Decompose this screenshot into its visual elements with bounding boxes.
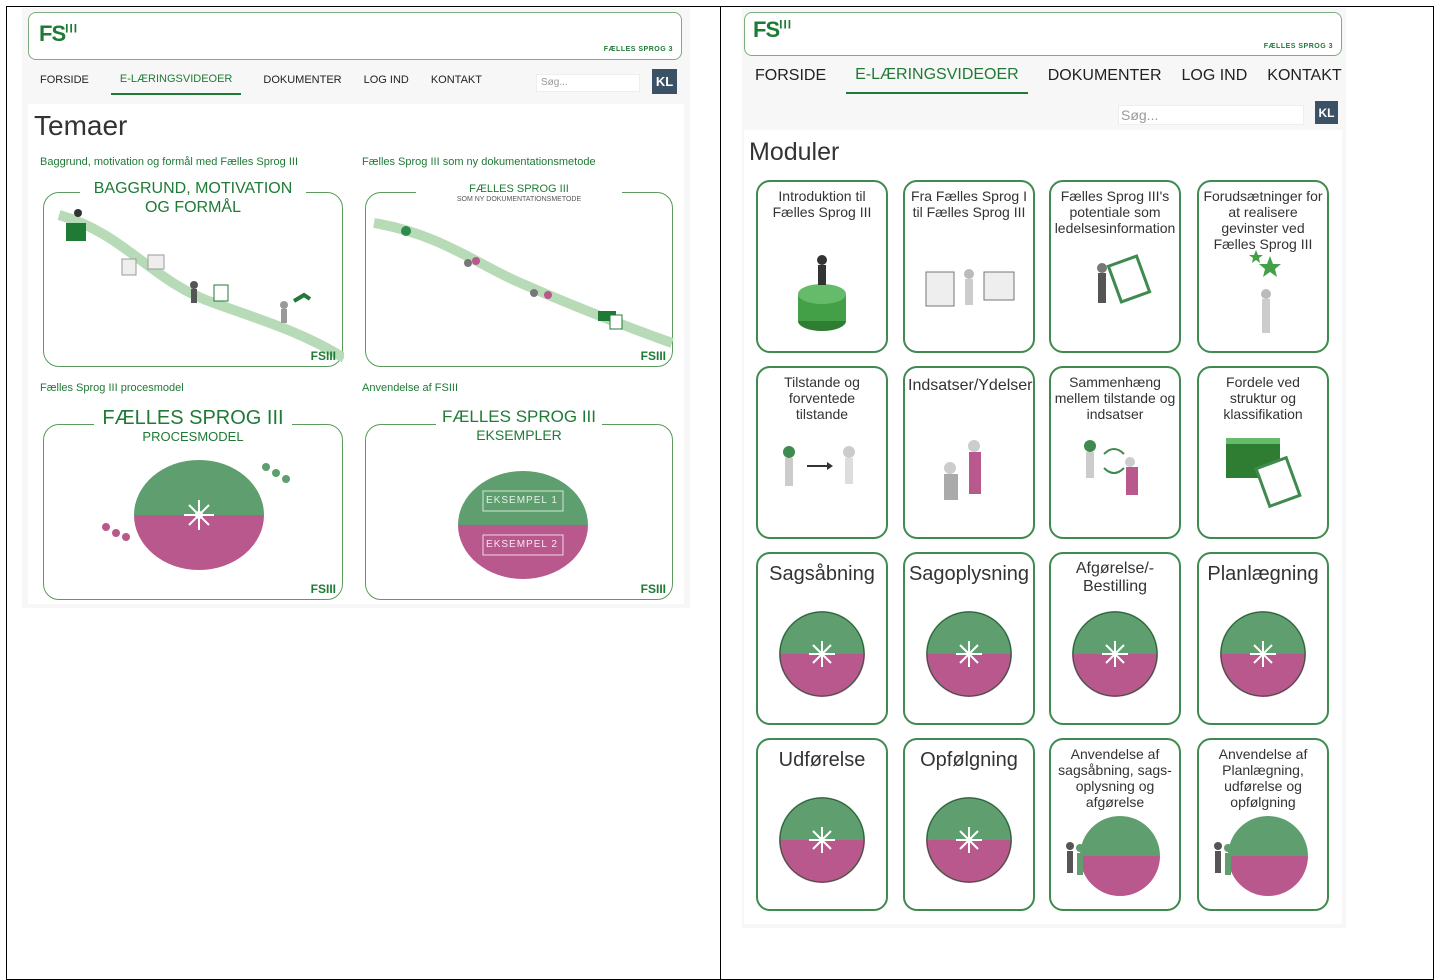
process-wheel-icon bbox=[926, 797, 1012, 883]
fs-logo[interactable]: FSIII bbox=[39, 21, 78, 47]
search-input[interactable]: Søg... bbox=[1118, 105, 1304, 125]
section-heading-3[interactable]: Fælles Sprog III procesmodel bbox=[40, 382, 184, 394]
care-figures-icon bbox=[944, 440, 981, 500]
arrow-figures-icon bbox=[783, 446, 855, 486]
wheel-figures-icon bbox=[1214, 816, 1308, 896]
fs-mark: FSIII bbox=[640, 349, 666, 363]
theme-video-thumb-4[interactable]: FÆLLES SPROG III EKSEMPLER EKSEMPEL 1 EK… bbox=[365, 407, 673, 600]
section-heading-1[interactable]: Baggrund, motivation og formål med Fælle… bbox=[40, 156, 298, 168]
module-card[interactable]: Indsatser/Ydelser bbox=[903, 366, 1035, 539]
fs-mark: FSIII bbox=[640, 582, 666, 596]
module-card[interactable]: Sagoplysning bbox=[903, 552, 1035, 725]
nav-item-forside[interactable]: FORSIDE bbox=[755, 67, 826, 93]
module-label: Opfølgning bbox=[920, 749, 1018, 771]
fs-logo[interactable]: FSIII bbox=[753, 17, 792, 43]
content-area: Temaer Baggrund, motivation og formål me… bbox=[28, 104, 684, 604]
module-label: Sammenhæng mellem tilstande og indsatser bbox=[1054, 374, 1176, 422]
fs-mark: FSIII bbox=[310, 349, 336, 363]
chart-figure-icon bbox=[798, 255, 846, 331]
process-wheel-icon bbox=[1072, 611, 1158, 697]
module-card[interactable]: Opfølgning bbox=[903, 738, 1035, 911]
module-card[interactable]: Planlægning bbox=[1197, 552, 1329, 725]
process-wheel-icon bbox=[779, 797, 865, 883]
nav-item-elearning[interactable]: E-LÆRINGSVIDEOER bbox=[846, 66, 1028, 94]
module-label: Tilstande og forventede tilstande bbox=[784, 374, 860, 422]
example-1-label: EKSEMPEL 1 bbox=[486, 495, 558, 506]
section-heading-4[interactable]: Anvendelse af FSIII bbox=[362, 382, 458, 394]
tagline: FÆLLES SPROG 3 bbox=[603, 46, 673, 53]
section-heading-2[interactable]: Fælles Sprog III som ny dokumentationsme… bbox=[362, 156, 596, 168]
nav-item-log-ind[interactable]: LOG IND bbox=[364, 71, 409, 94]
module-card[interactable]: Fordele ved struktur og klassifikation bbox=[1197, 366, 1329, 539]
page-title: Moduler bbox=[749, 138, 840, 166]
nav-item-forside[interactable]: FORSIDE bbox=[40, 71, 89, 94]
module-label: Anvendelse af Planlægning, udførelse og … bbox=[1218, 746, 1308, 810]
module-label: Afgørelse/-Bestilling bbox=[1075, 560, 1155, 595]
module-card[interactable]: Fra Fælles Sprog I til Fælles Sprog III bbox=[903, 180, 1035, 353]
stars-figure-icon bbox=[1249, 250, 1281, 333]
files-clipboard-icon bbox=[1226, 438, 1302, 509]
module-label: Udførelse bbox=[778, 749, 866, 771]
nav-item-elearning[interactable]: E-LÆRINGSVIDEOER bbox=[110, 70, 242, 95]
module-card[interactable]: Tilstande og forventede tilstande bbox=[756, 366, 888, 539]
fsi-fsiii-icon bbox=[925, 269, 1015, 307]
module-card[interactable]: Udførelse bbox=[756, 738, 888, 911]
path-illustration bbox=[373, 218, 674, 348]
content-area: Moduler Introduktion til Fælles Sprog II… bbox=[744, 130, 1342, 924]
module-label: Sagoplysning bbox=[908, 563, 1030, 585]
module-card[interactable]: Introduktion til Fælles Sprog III bbox=[756, 180, 888, 353]
theme-video-thumb-2[interactable]: FÆLLES SPROG III SOM NY DOKUMENTATIONSME… bbox=[365, 183, 674, 367]
module-card[interactable]: Anvendelse af Planlægning, udførelse og … bbox=[1197, 738, 1329, 911]
page-title: Temaer bbox=[34, 110, 128, 141]
module-card[interactable]: Forudsætninger for at realisere gevinste… bbox=[1197, 180, 1329, 353]
process-wheel-icon bbox=[926, 611, 1012, 697]
module-label: Sagsåbning bbox=[769, 563, 875, 585]
nav-item-dokumenter[interactable]: DOKUMENTER bbox=[1048, 67, 1162, 93]
search-input[interactable]: Søg... bbox=[536, 74, 640, 92]
module-card[interactable]: Afgørelse/-Bestilling bbox=[1049, 552, 1181, 725]
module-card[interactable]: Fælles Sprog III's potentiale som ledels… bbox=[1049, 180, 1181, 353]
module-label: Indsatser/Ydelser bbox=[908, 377, 1033, 394]
process-wheel-icon bbox=[779, 611, 865, 697]
nav-item-kontakt[interactable]: KONTAKT bbox=[1267, 67, 1341, 93]
example-2-label: EKSEMPEL 2 bbox=[486, 539, 558, 550]
module-card[interactable]: Anvendelse af sagsåbning, sags-oplysning… bbox=[1049, 738, 1181, 911]
header-logo-box: FSIII FÆLLES SPROG 3 bbox=[28, 12, 682, 60]
nav-item-log-ind[interactable]: LOG IND bbox=[1182, 67, 1248, 93]
wheel-figures-icon bbox=[1066, 816, 1160, 896]
module-label: Fra Fælles Sprog I til Fælles Sprog III bbox=[911, 188, 1027, 220]
main-nav: FORSIDE E-LÆRINGSVIDEOER DOKUMENTER LOG … bbox=[755, 66, 1342, 94]
module-label: Introduktion til Fælles Sprog III bbox=[772, 188, 872, 220]
module-label: Planlægning bbox=[1207, 563, 1319, 585]
tagline: FÆLLES SPROG 3 bbox=[1263, 43, 1333, 50]
module-card[interactable]: Sammenhæng mellem tilstande og indsatser bbox=[1049, 366, 1181, 539]
module-card[interactable]: Sagsåbning bbox=[756, 552, 888, 725]
fs-mark: FSIII bbox=[310, 582, 336, 596]
module-label: Anvendelse af sagsåbning, sags-oplysning… bbox=[1058, 746, 1172, 810]
panel-divider bbox=[720, 6, 721, 980]
left-panel: FSIII FÆLLES SPROG 3 FORSIDE E-LÆRINGSVI… bbox=[22, 8, 690, 608]
process-model-illustration bbox=[102, 460, 290, 570]
module-label: Fordele ved struktur og klassifikation bbox=[1223, 374, 1303, 422]
clipboard-figure-icon bbox=[1097, 254, 1152, 304]
thumb-title: FÆLLES SPROG III bbox=[436, 407, 602, 427]
kl-logo[interactable]: KL bbox=[652, 69, 677, 94]
path-illustration bbox=[57, 209, 344, 363]
kl-logo[interactable]: KL bbox=[1315, 101, 1338, 124]
nav-item-dokumenter[interactable]: DOKUMENTER bbox=[263, 71, 341, 94]
header-logo-box: FSIII FÆLLES SPROG 3 bbox=[744, 12, 1342, 56]
main-nav: FORSIDE E-LÆRINGSVIDEOER DOKUMENTER LOG … bbox=[40, 70, 482, 95]
module-label: Forudsætninger for at realisere gevinste… bbox=[1203, 188, 1323, 252]
process-wheel-icon bbox=[1220, 611, 1306, 697]
module-label: Fælles Sprog III's potentiale som ledels… bbox=[1054, 188, 1176, 236]
examples-circle-illustration bbox=[458, 471, 588, 579]
right-panel: FSIII FÆLLES SPROG 3 FORSIDE E-LÆRINGSVI… bbox=[742, 8, 1346, 928]
nav-item-kontakt[interactable]: KONTAKT bbox=[431, 71, 482, 94]
theme-video-thumb-1[interactable]: BAGGRUND, MOTIVATION OG FORMÅL FSIII bbox=[43, 179, 344, 367]
cycle-figures-icon bbox=[1084, 440, 1138, 495]
theme-video-thumb-3[interactable]: FÆLLES SPROG III PROCESMODEL FSIII bbox=[43, 407, 343, 600]
